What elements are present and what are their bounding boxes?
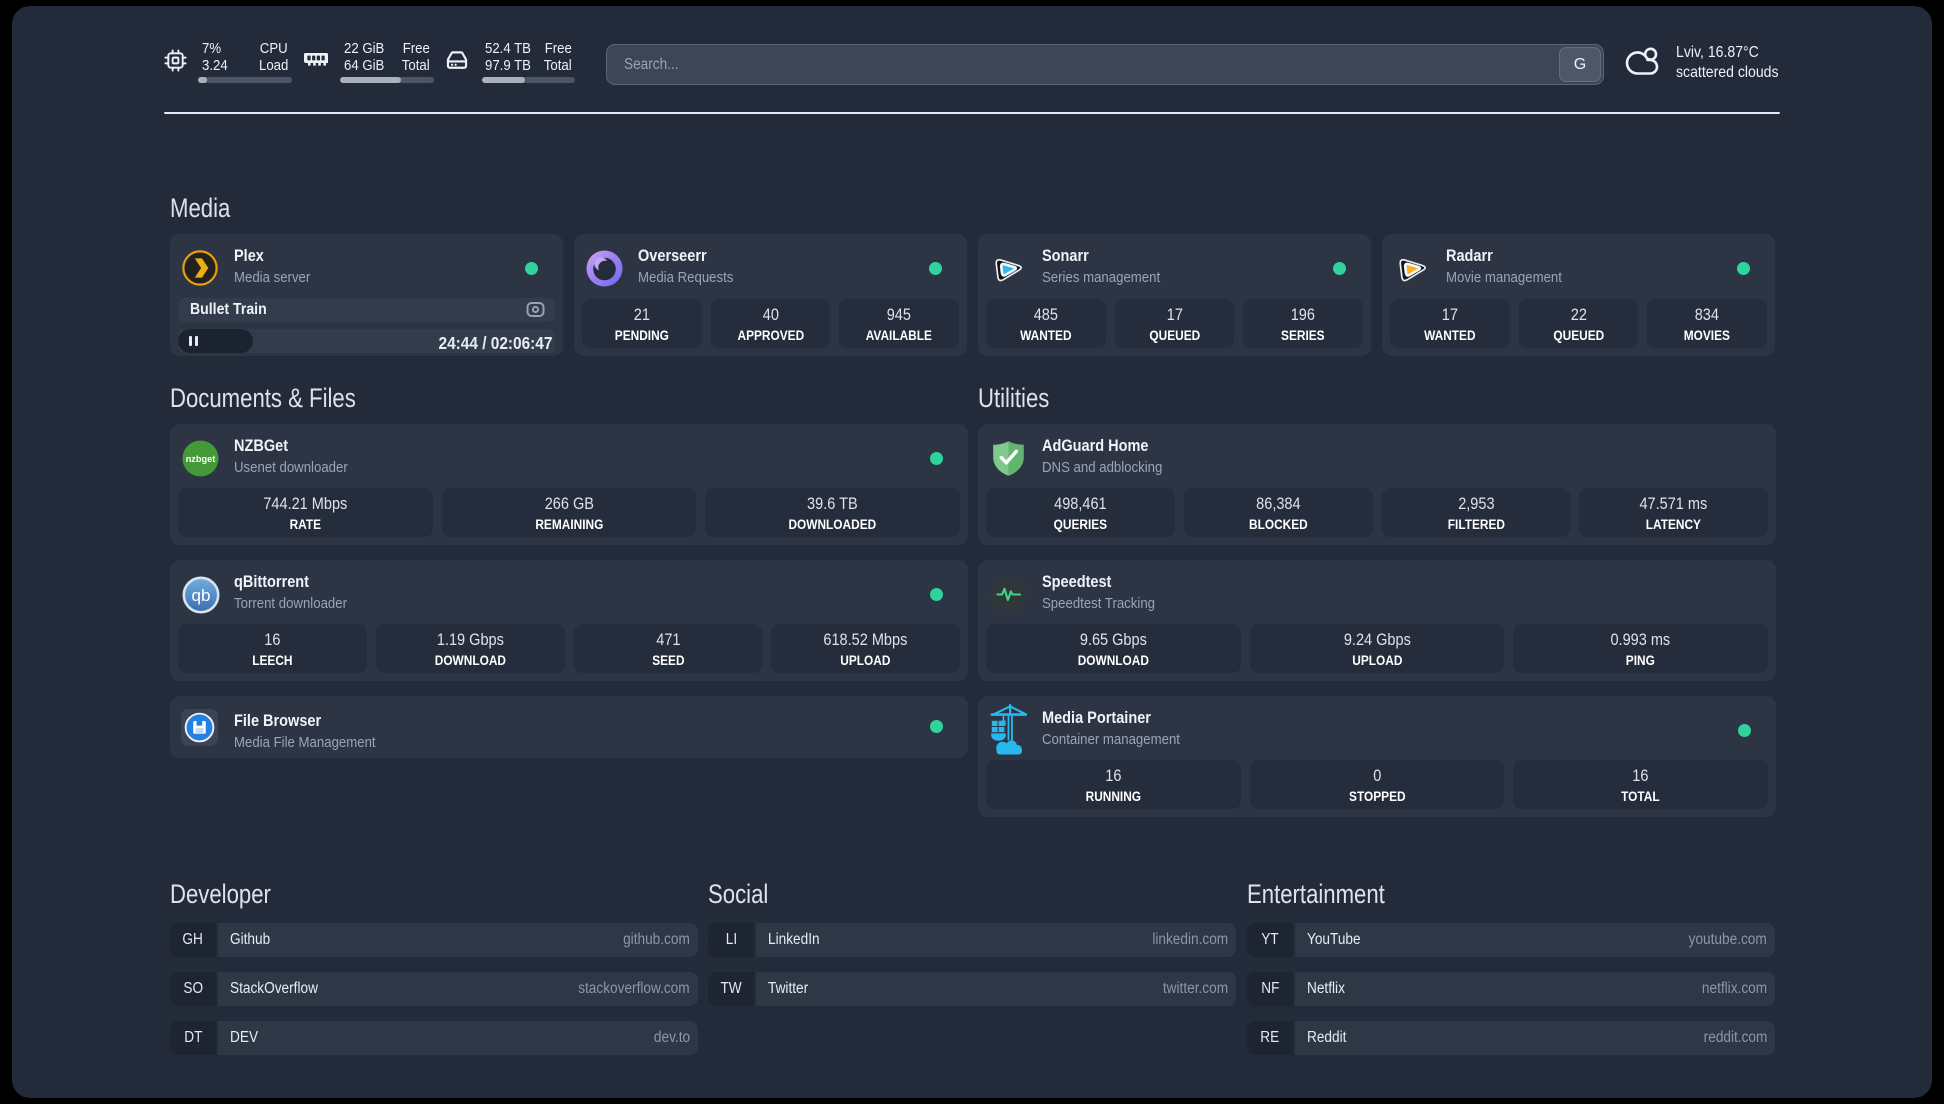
svg-text:qb: qb (192, 586, 211, 605)
svg-text:nzbget: nzbget (186, 454, 216, 464)
